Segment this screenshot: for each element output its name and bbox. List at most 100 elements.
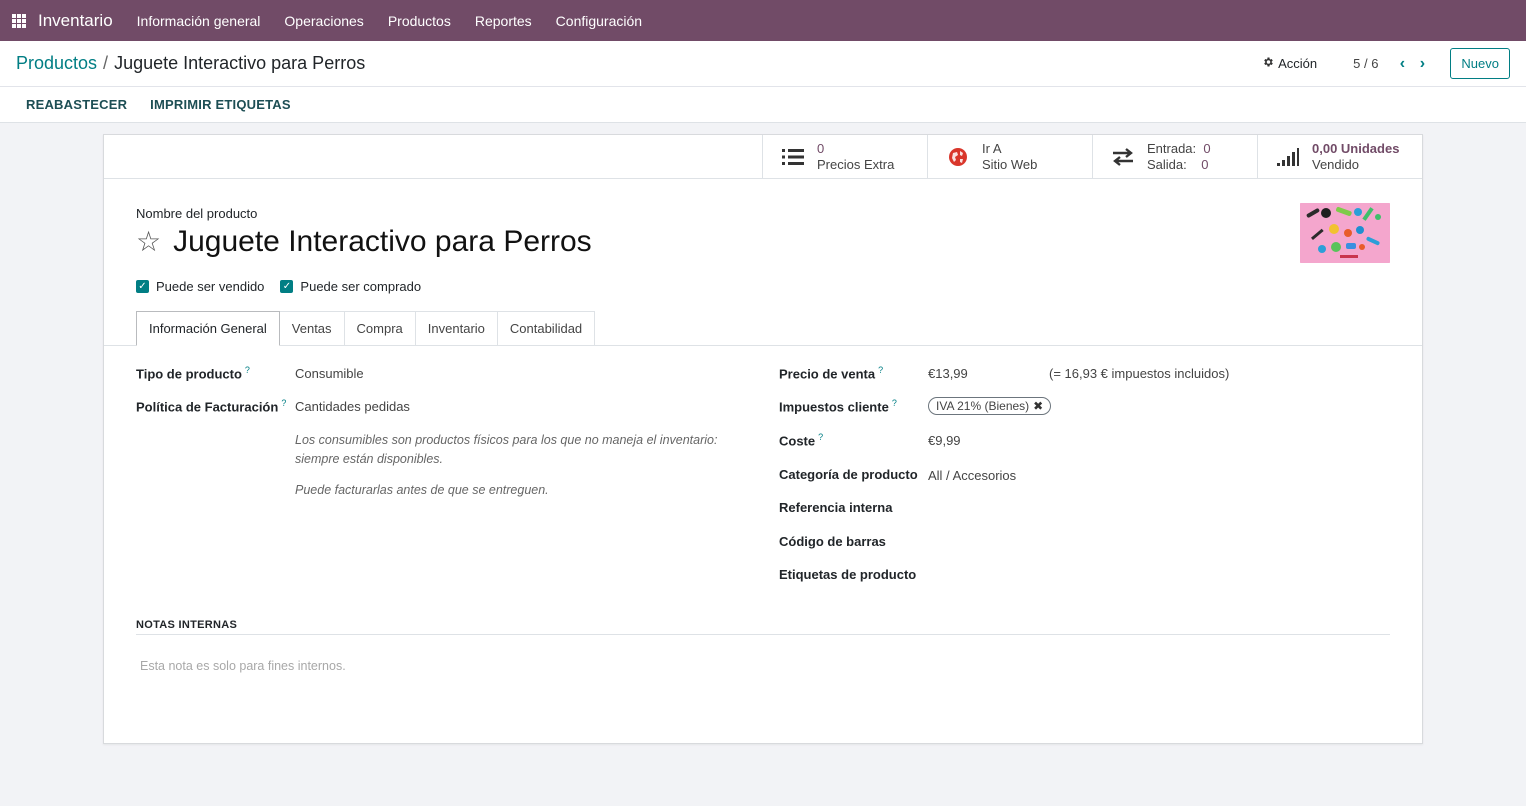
internal-notes-input[interactable]: Esta nota es solo para fines internos. [140, 659, 346, 673]
tab-compra[interactable]: Compra [344, 311, 416, 346]
globe-icon [946, 147, 970, 167]
internal-notes-label: NOTAS INTERNAS [136, 619, 238, 631]
can-be-purchased-checkbox[interactable]: ✓ Puede ser comprado [280, 279, 421, 294]
website-line2: Sitio Web [982, 156, 1038, 172]
help-line-1: Los consumibles son productos físicos pa… [295, 433, 718, 447]
menu-operaciones[interactable]: Operaciones [284, 13, 363, 29]
tab-ventas[interactable]: Ventas [279, 311, 345, 346]
sale-price-taxed: (= 16,93 € impuestos incluidos) [1049, 366, 1230, 381]
top-navbar: Inventario Información general Operacion… [0, 0, 1526, 41]
menu-reportes[interactable]: Reportes [475, 13, 532, 29]
check-icon[interactable]: ✓ [136, 280, 149, 293]
can-be-purchased-label: Puede ser comprado [300, 279, 422, 294]
invoice-policy-help: Puede facturarlas antes de que se entreg… [295, 483, 549, 497]
cost-label: Coste [779, 433, 816, 449]
tax-tag-label: IVA 21% (Bienes) [936, 399, 1030, 413]
action-buttons-row: REABASTECER IMPRIMIR ETIQUETAS [0, 87, 1526, 123]
stock-moves-button[interactable]: Entrada: 0 Salida: 0 [1092, 135, 1257, 178]
sold-label: Vendido [1312, 156, 1359, 172]
help-line-2: siempre están disponibles. [295, 452, 443, 466]
action-label: Acción [1278, 56, 1318, 71]
help-tooltip-icon[interactable]: ? [281, 398, 286, 408]
notes-divider [136, 634, 1390, 635]
product-type-label-wrap: Tipo de producto? [136, 365, 250, 381]
help-tooltip-icon[interactable]: ? [245, 365, 250, 375]
sale-price-label: Precio de venta [779, 366, 876, 382]
chevron-left-icon[interactable]: ‹ [1392, 55, 1412, 73]
tab-contabilidad[interactable]: Contabilidad [497, 311, 596, 346]
apps-menu-icon[interactable] [12, 13, 26, 28]
breadcrumb-separator: / [103, 53, 109, 73]
can-be-sold-label: Puede ser vendido [156, 279, 265, 294]
product-type-field[interactable]: Consumible [295, 366, 364, 381]
help-tooltip-icon[interactable]: ? [892, 398, 897, 408]
customer-taxes-label-wrap: Impuestos cliente? [779, 398, 897, 414]
product-name-label: Nombre del producto [136, 206, 258, 221]
customer-taxes-field[interactable]: IVA 21% (Bienes) ✖ [928, 397, 1052, 415]
notebook-tabs: Información General Ventas Compra Invent… [136, 311, 1422, 346]
sold-value: 0,00 Unidades [1312, 140, 1400, 156]
star-icon[interactable]: ☆ [136, 227, 161, 257]
website-line1: Ir A [982, 140, 1002, 156]
app-name[interactable]: Inventario [38, 11, 113, 31]
pager-value[interactable]: 5 / 6 [1353, 56, 1378, 71]
control-panel: Productos / Juguete Interactivo para Per… [0, 41, 1526, 87]
new-button[interactable]: Nuevo [1450, 48, 1510, 79]
help-tooltip-icon[interactable]: ? [818, 432, 823, 442]
sale-price-field[interactable]: €13,99 [928, 366, 968, 381]
product-tags-label: Etiquetas de producto [779, 567, 917, 582]
menu-informacion-general[interactable]: Información general [137, 13, 261, 29]
product-tags-input[interactable] [928, 565, 1408, 583]
extra-prices-value: 0 [817, 140, 825, 156]
print-labels-button[interactable]: IMPRIMIR ETIQUETAS [150, 97, 291, 112]
smart-buttons: 0 Precios Extra Ir A Sitio Web Entrada: … [104, 135, 1422, 179]
customer-taxes-label: Impuestos cliente [779, 399, 889, 415]
product-name-field[interactable]: Juguete Interactivo para Perros [173, 225, 592, 259]
help-tooltip-icon[interactable]: ? [878, 365, 883, 375]
general-info-form: Tipo de producto? Consumible Política de… [104, 346, 1422, 606]
moves-in-value: 0 [1203, 140, 1211, 156]
moves-out-label: Salida: [1147, 156, 1187, 172]
breadcrumb-current: Juguete Interactivo para Perros [114, 53, 366, 73]
moves-out-value: 0 [1201, 156, 1209, 172]
sold-button[interactable]: 0,00 Unidades Vendido [1257, 135, 1422, 178]
gear-icon [1262, 56, 1274, 71]
internal-ref-label: Referencia interna [779, 500, 893, 515]
tab-informacion-general[interactable]: Información General [136, 311, 280, 346]
can-be-sold-checkbox[interactable]: ✓ Puede ser vendido [136, 279, 264, 294]
website-button[interactable]: Ir A Sitio Web [927, 135, 1092, 178]
category-field[interactable]: All / Accesorios [928, 468, 1016, 483]
extra-prices-button[interactable]: 0 Precios Extra [762, 135, 927, 178]
invoice-policy-label-wrap: Política de Facturación? [136, 398, 286, 414]
menu-configuracion[interactable]: Configuración [556, 13, 642, 29]
tab-inventario[interactable]: Inventario [415, 311, 498, 346]
invoice-policy-field[interactable]: Cantidades pedidas [295, 399, 410, 414]
cost-field[interactable]: €9,99 [928, 433, 961, 448]
product-type-label: Tipo de producto [136, 366, 242, 382]
internal-ref-input[interactable] [928, 498, 1408, 516]
product-type-help: Los consumibles son productos físicos pa… [295, 431, 717, 469]
category-label: Categoría de producto [779, 467, 918, 482]
extra-prices-label: Precios Extra [817, 156, 895, 172]
close-icon[interactable]: ✖ [1033, 399, 1043, 413]
breadcrumb: Productos / Juguete Interactivo para Per… [16, 53, 365, 74]
barcode-input[interactable] [928, 532, 1408, 550]
list-icon [781, 148, 805, 166]
product-image[interactable] [1300, 203, 1390, 263]
title-area: Nombre del producto ☆ Juguete Interactiv… [104, 179, 1422, 294]
action-menu-button[interactable]: Acción [1262, 56, 1317, 71]
signal-bars-icon [1276, 147, 1300, 166]
cost-label-wrap: Coste? [779, 432, 823, 448]
chevron-right-icon[interactable]: › [1412, 55, 1432, 73]
barcode-label: Código de barras [779, 534, 886, 549]
invoice-policy-label: Política de Facturación [136, 399, 279, 415]
arrows-exchange-icon [1111, 147, 1135, 166]
sale-price-label-wrap: Precio de venta? [779, 365, 883, 381]
form-sheet: 0 Precios Extra Ir A Sitio Web Entrada: … [103, 134, 1423, 744]
tax-tag: IVA 21% (Bienes) ✖ [928, 397, 1052, 415]
moves-in-label: Entrada: [1147, 140, 1197, 156]
check-icon[interactable]: ✓ [280, 280, 294, 293]
replenish-button[interactable]: REABASTECER [26, 97, 127, 112]
breadcrumb-productos[interactable]: Productos [16, 53, 97, 74]
menu-productos[interactable]: Productos [388, 13, 451, 29]
